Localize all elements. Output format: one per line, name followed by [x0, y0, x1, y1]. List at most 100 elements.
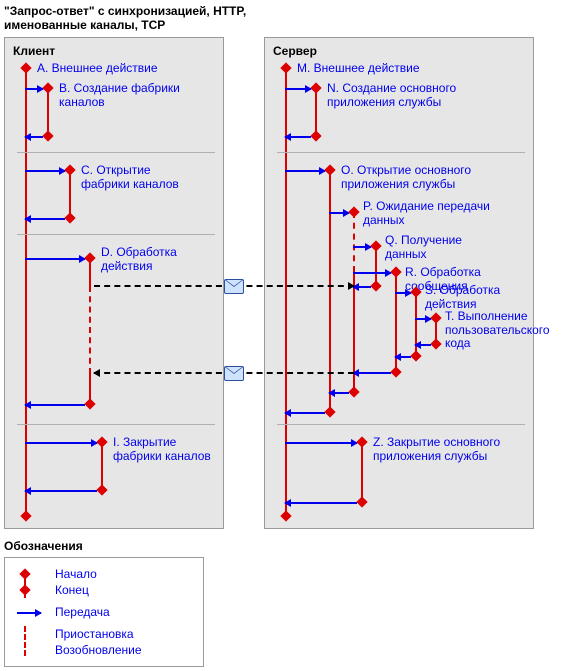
label-Q: Q. Получение данных	[385, 234, 495, 262]
diamond	[430, 312, 441, 323]
diamond	[42, 130, 53, 141]
diamond	[430, 338, 441, 349]
arrow	[25, 170, 65, 172]
legend-box: Начало Конец Передача Приостановка Возоб…	[4, 557, 204, 667]
legend-start: Начало	[15, 566, 193, 582]
label-A: A. Внешнее действие	[37, 62, 158, 76]
diamond	[390, 366, 401, 377]
diamond	[96, 484, 107, 495]
client-header: Клиент	[13, 44, 215, 58]
diamond	[20, 510, 31, 521]
arrow	[353, 272, 391, 274]
arrow	[285, 88, 311, 90]
arrow	[25, 218, 65, 220]
label-M: M. Внешнее действие	[297, 62, 420, 76]
legend-start-label: Начало	[55, 567, 97, 581]
arrow	[353, 372, 391, 374]
diamond	[370, 280, 381, 291]
envelope-icon	[224, 279, 244, 294]
legend-end-label: Конец	[55, 583, 89, 597]
bar-D-suspend	[89, 286, 91, 374]
envelope-icon	[224, 366, 244, 381]
legend-transfer: Передача	[15, 604, 193, 620]
arrow	[285, 502, 357, 504]
label-Z: Z. Закрытие основного приложения службы	[373, 436, 503, 464]
diamond	[64, 164, 75, 175]
arrow	[353, 286, 371, 288]
message-request	[94, 285, 354, 287]
bar-N	[315, 88, 317, 136]
divider	[277, 152, 525, 153]
arrow	[285, 442, 357, 444]
label-O: O. Открытие основного приложения службы	[341, 164, 511, 192]
bar-Z	[361, 442, 363, 502]
legend-suspend: Приостановка	[15, 626, 193, 642]
server-lane: M. Внешнее действие N. Создание основног…	[277, 62, 525, 522]
divider	[17, 424, 215, 425]
arrow	[353, 246, 371, 248]
diamond	[348, 206, 359, 217]
arrow	[395, 292, 411, 294]
arrow	[285, 136, 311, 138]
arrow	[415, 318, 431, 320]
bar-I	[101, 442, 103, 490]
divider	[277, 424, 525, 425]
arrow	[25, 490, 97, 492]
arrow	[285, 170, 325, 172]
server-panel: Сервер M. Внешнее действие N. Создание о…	[264, 37, 534, 529]
diamond	[280, 62, 291, 73]
arrow	[25, 88, 43, 90]
diamond	[310, 82, 321, 93]
message-response	[94, 372, 354, 374]
diamond	[64, 212, 75, 223]
arrow	[25, 136, 43, 138]
legend-transfer-label: Передача	[55, 605, 110, 619]
diamond	[370, 240, 381, 251]
arrow	[329, 212, 349, 214]
diamond	[410, 350, 421, 361]
diamond	[96, 436, 107, 447]
divider	[17, 234, 215, 235]
diamond	[20, 62, 31, 73]
arrow	[25, 258, 85, 260]
arrow	[25, 404, 85, 406]
bar-O	[329, 170, 331, 412]
label-I: I. Закрытие фабрики каналов	[113, 436, 213, 464]
divider	[17, 152, 215, 153]
diamond	[390, 266, 401, 277]
diamond	[356, 436, 367, 447]
arrow	[285, 412, 325, 414]
legend-end: Конец	[15, 582, 193, 598]
diamond	[84, 398, 95, 409]
label-C: C. Открытие фабрики каналов	[81, 164, 201, 192]
diamond	[324, 406, 335, 417]
legend-suspend-label: Приостановка	[55, 627, 134, 641]
diamond	[356, 496, 367, 507]
arrow	[395, 356, 411, 358]
arrow	[329, 392, 349, 394]
label-P: P. Ожидание передачи данных	[363, 200, 513, 228]
label-T: T. Выполнение пользовательского кода	[445, 310, 535, 351]
client-lane: A. Внешнее действие B. Создание фабрики …	[17, 62, 215, 522]
label-D: D. Обработка действия	[101, 246, 211, 274]
diamond	[310, 130, 321, 141]
diagram-title: "Запрос-ответ" с синхронизацией, HTTP, и…	[4, 4, 569, 33]
diamond	[42, 82, 53, 93]
legend-header: Обозначения	[4, 539, 569, 553]
bar-C	[69, 170, 71, 218]
legend-resume-label: Возобновление	[55, 643, 142, 657]
label-S: S. Обработка действия	[425, 284, 525, 312]
client-panel: Клиент A. Внешнее действие B. Создание ф…	[4, 37, 224, 529]
bar-P-susp	[353, 212, 355, 272]
label-B: B. Создание фабрики каналов	[59, 82, 199, 110]
diamond	[280, 510, 291, 521]
arrow	[25, 442, 97, 444]
server-header: Сервер	[273, 44, 525, 58]
diamond	[348, 386, 359, 397]
arrow	[415, 344, 431, 346]
bar-B	[47, 88, 49, 136]
diamond	[84, 252, 95, 263]
diamond	[324, 164, 335, 175]
label-N: N. Создание основного приложения службы	[327, 82, 477, 110]
legend-resume: Возобновление	[15, 642, 193, 658]
